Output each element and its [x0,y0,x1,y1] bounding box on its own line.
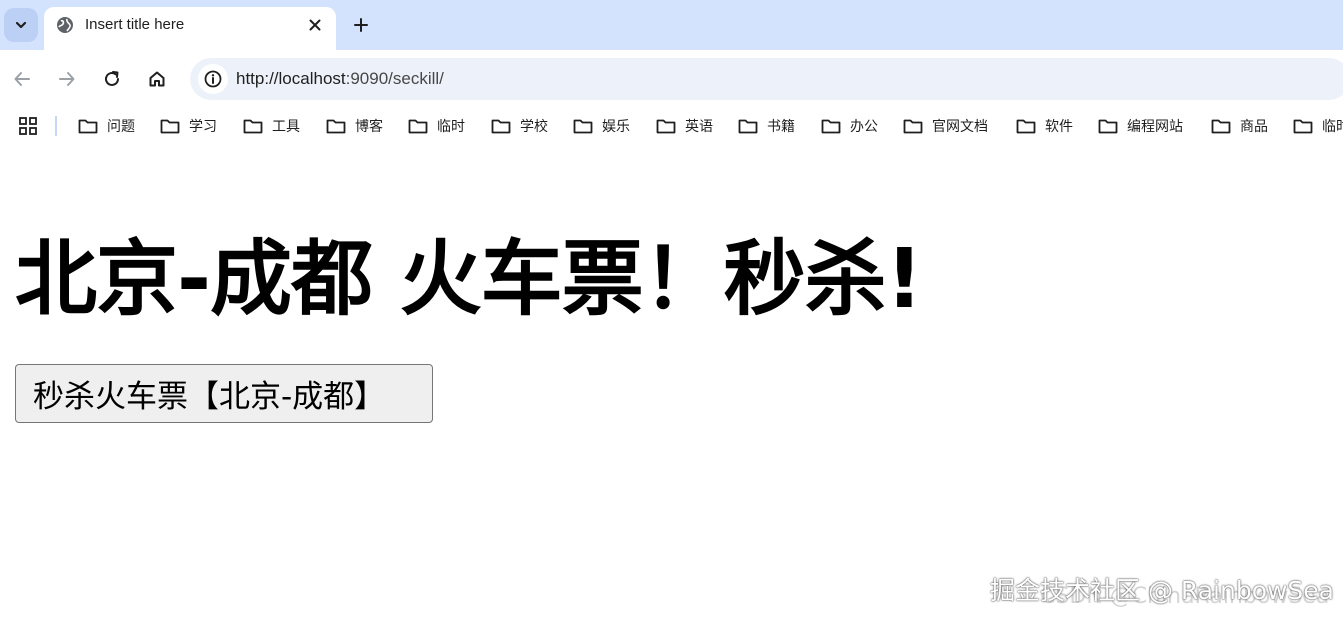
site-info-button[interactable] [198,64,228,94]
folder-icon [160,119,180,134]
bookmark-item[interactable]: 商品 [1211,116,1268,136]
bookmark-label: 官网文档 [932,119,988,135]
folder-icon [1293,119,1313,134]
folder-icon [1098,119,1118,134]
back-button[interactable] [8,65,36,93]
bookmark-label: 学习 [189,119,217,135]
reload-button[interactable] [98,65,126,93]
tab-search-button[interactable] [4,8,38,42]
bookmark-label: 软件 [1045,119,1073,135]
close-icon [309,19,321,31]
bookmark-item[interactable]: 博客 [326,116,383,136]
arrow-left-icon [14,72,30,86]
url-path: :9090/seckill/ [345,69,444,88]
bookmark-item[interactable]: 工具 [243,116,300,136]
bookmark-item[interactable]: 娱乐 [573,116,630,136]
home-button[interactable] [143,65,171,93]
tab-title: Insert title here [85,16,185,33]
folder-icon [821,119,841,134]
bookmark-item[interactable]: 英语 [656,116,713,136]
grid-icon[interactable] [18,116,38,136]
folder-icon [78,119,98,134]
bookmark-item[interactable]: 临时 [1293,116,1343,136]
bookmark-item[interactable]: 办公 [821,116,878,136]
bookmark-label: 娱乐 [602,119,630,135]
forward-button[interactable] [53,65,81,93]
folder-icon [573,119,593,134]
bookmark-item[interactable]: 官网文档 [903,116,988,136]
bookmarks-bar: 问题 学习 工具 博客 临时 学校 娱乐 英语 书籍 办公 官网文档 软件 编程网站 商品 临时 [0,108,1343,144]
bookmark-label: 问题 [107,119,135,135]
tab-close-button[interactable] [306,16,324,34]
folder-icon [1211,119,1231,134]
bookmark-item[interactable]: 问题 [78,116,135,136]
folder-icon [738,119,758,134]
folder-icon [1016,119,1036,134]
folder-icon [903,119,923,134]
seckill-button[interactable]: 秒杀火车票【北京-成都】 [15,364,433,423]
bookmark-label: 临时 [437,119,465,135]
bookmark-label: 临时 [1322,119,1343,135]
arrow-right-icon [59,72,75,86]
folder-icon [243,119,263,134]
watermark-juejin: 掘金技术社区 @ RainbowSea [990,576,1335,605]
bookmark-label: 书籍 [767,119,795,135]
folder-icon [408,119,428,134]
bookmarks-divider [55,116,57,136]
bookmark-label: 编程网站 [1127,119,1183,135]
folder-icon [326,119,346,134]
bookmark-item[interactable]: 编程网站 [1098,116,1183,136]
bookmark-label: 英语 [685,119,713,135]
chevron-down-icon [15,21,27,29]
tab-strip: Insert title here [0,0,1343,50]
reload-icon [105,71,119,86]
bookmark-label: 学校 [520,119,548,135]
bookmark-item[interactable]: 临时 [408,116,465,136]
address-bar[interactable]: http://localhost:9090/seckill/ [190,58,1343,100]
folder-icon [491,119,511,134]
bookmark-item[interactable]: 书籍 [738,116,795,136]
bookmark-label: 办公 [850,119,878,135]
bookmark-label: 商品 [1240,119,1268,135]
home-icon [149,71,165,87]
url-text[interactable]: http://localhost:9090/seckill/ [236,69,444,89]
folder-icon [656,119,676,134]
bookmark-label: 工具 [272,119,300,135]
globe-icon [57,17,73,33]
url-host: http://localhost [236,69,346,88]
new-tab-button[interactable] [348,12,374,38]
bookmark-label: 博客 [355,119,383,135]
bookmark-item[interactable]: 软件 [1016,116,1073,136]
browser-toolbar: http://localhost:9090/seckill/ [0,50,1343,108]
active-tab[interactable]: Insert title here [44,7,336,50]
info-icon [204,70,222,88]
page-title: 北京-成都 火车票！秒杀! [15,232,923,327]
bookmark-item[interactable]: 学习 [160,116,217,136]
bookmark-item[interactable]: 学校 [491,116,548,136]
plus-icon [354,18,368,32]
